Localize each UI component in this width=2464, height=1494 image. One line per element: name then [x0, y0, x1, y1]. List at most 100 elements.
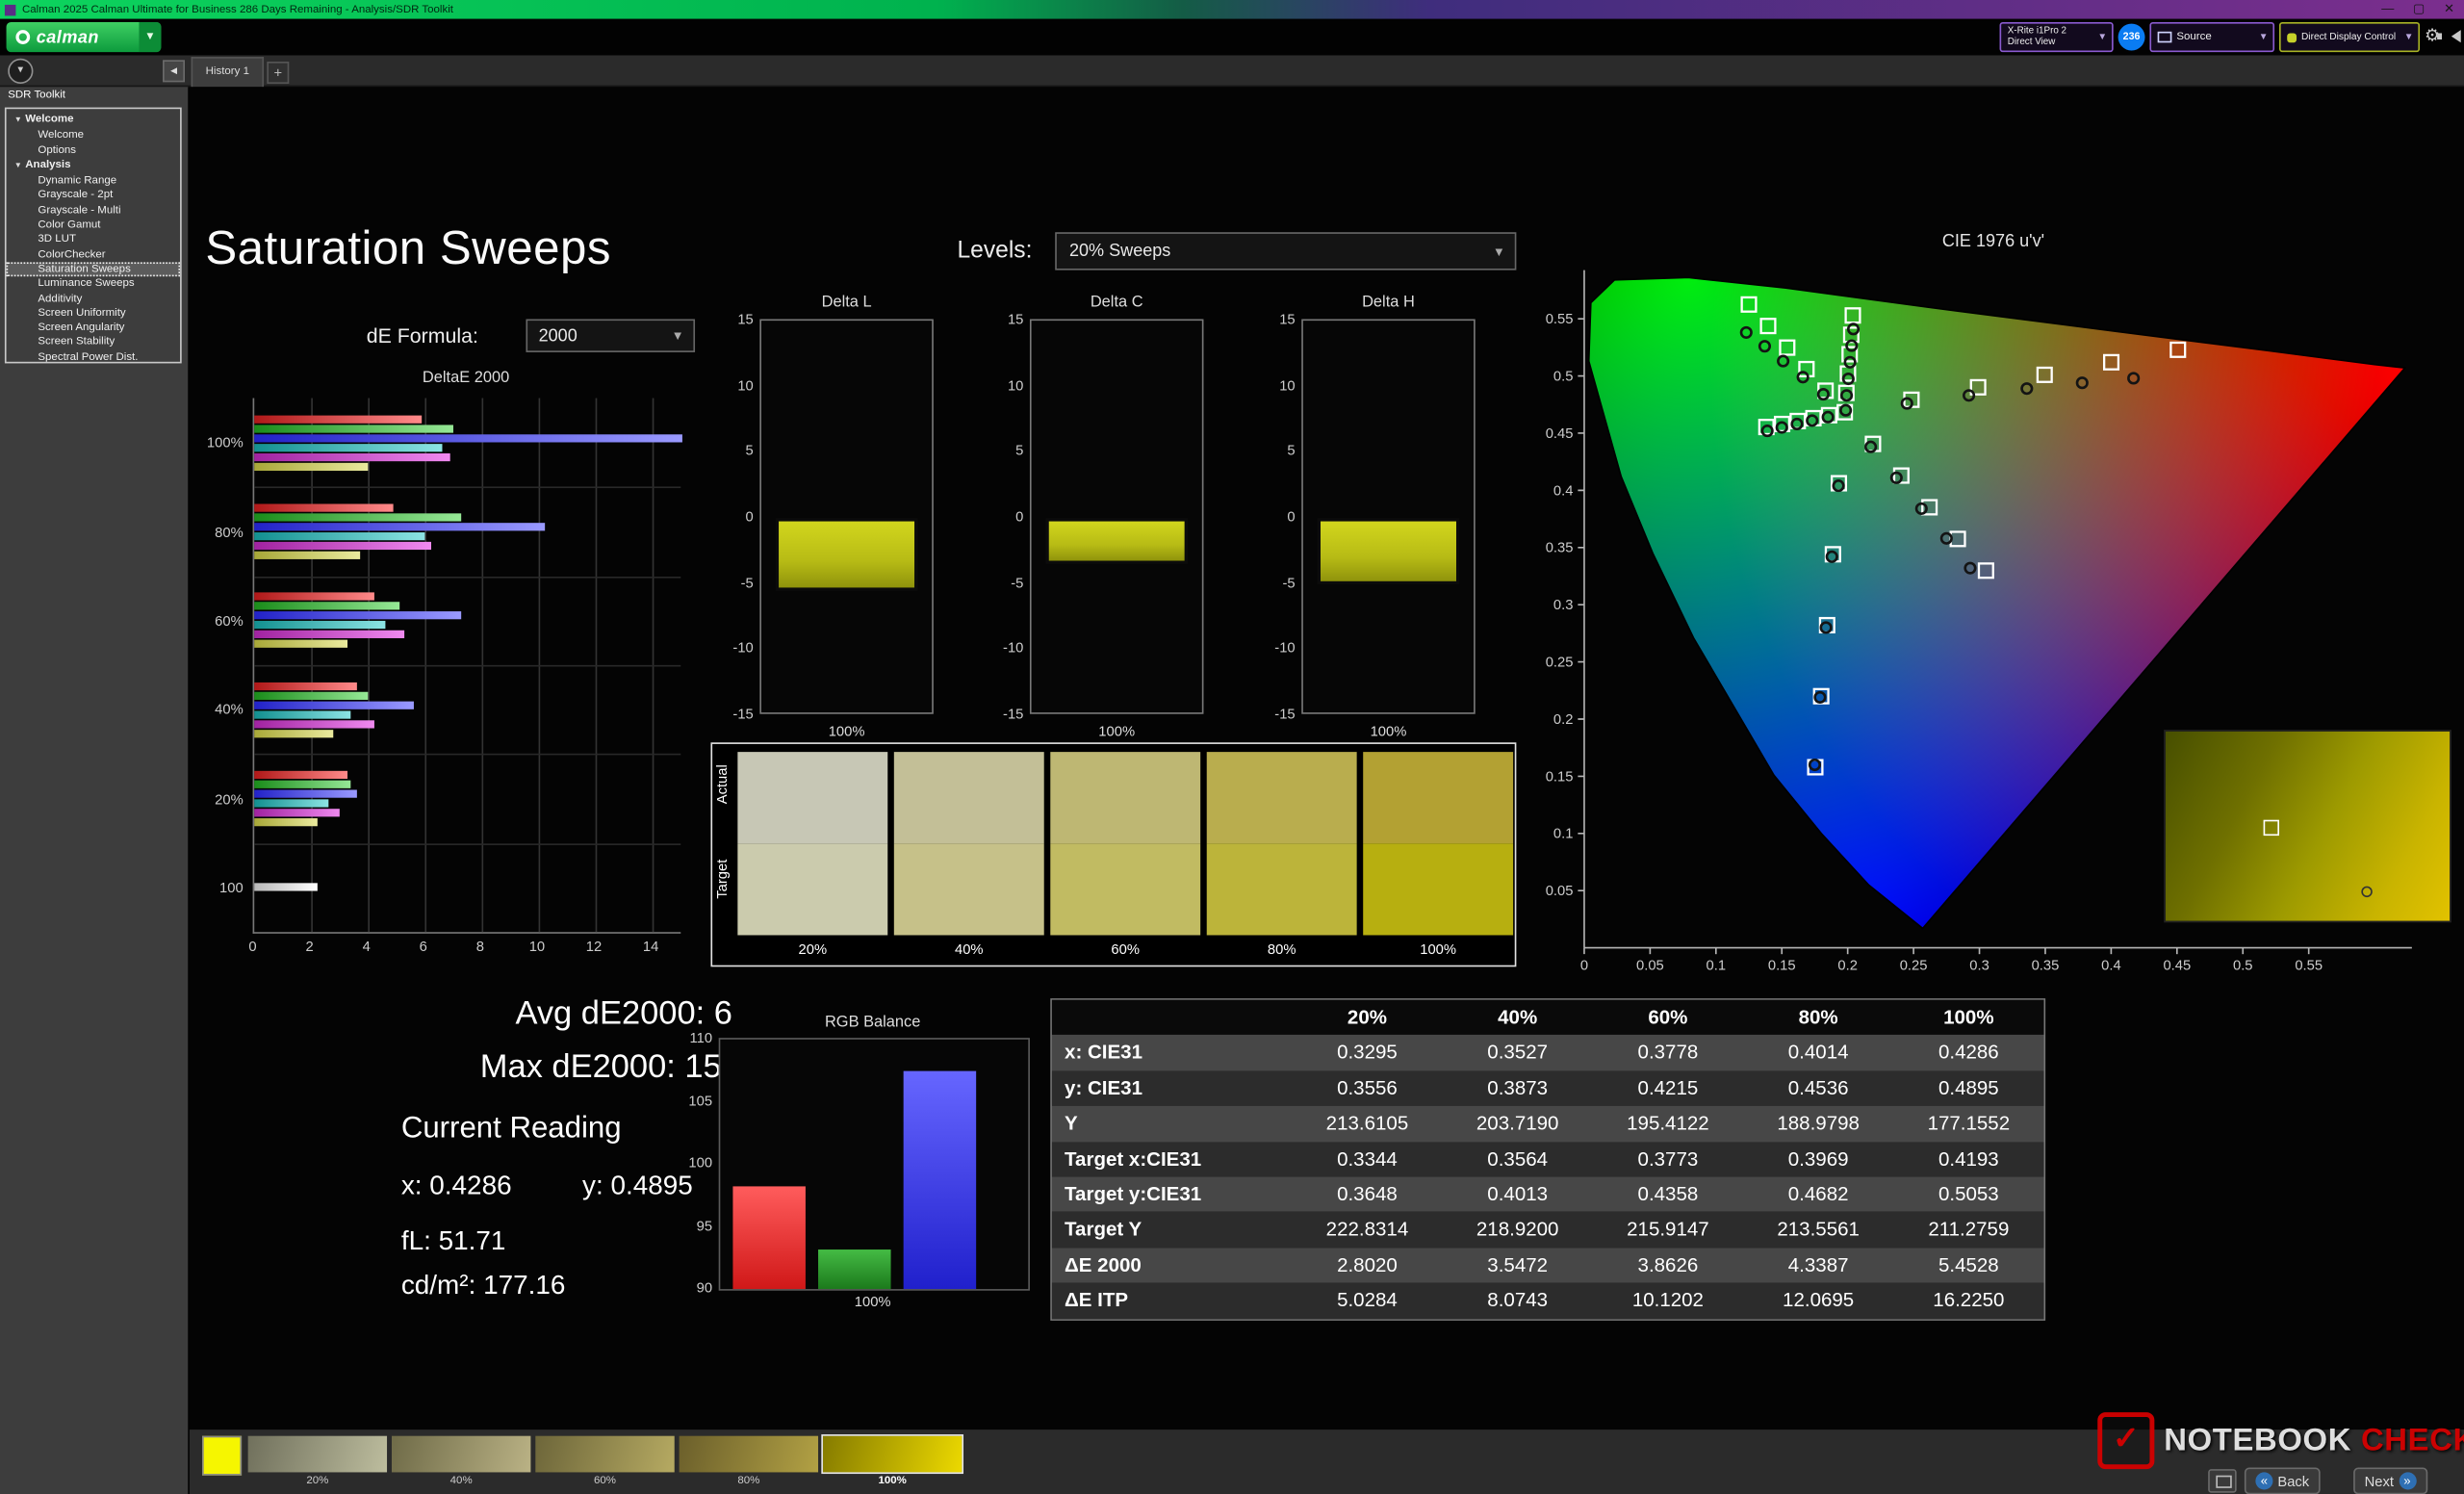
svg-text:0.1: 0.1	[1553, 827, 1574, 842]
sidebar-item-screen-stability[interactable]: Screen Stability	[7, 336, 181, 350]
sidebar-item-3d-lut[interactable]: 3D LUT	[7, 233, 181, 247]
deltae-xlabels: 0 2 4 6 8 10 12 14	[248, 938, 695, 958]
maximize-button[interactable]: ▢	[2413, 0, 2425, 19]
source-icon	[2157, 31, 2172, 43]
xlab: 4	[362, 938, 371, 955]
rgb-xlabel: 100%	[854, 1293, 891, 1310]
filmstrip-tile-label: 20%	[306, 1475, 329, 1487]
swatch-label: 20%	[798, 941, 828, 958]
table-column-header: 80%	[1798, 1006, 1838, 1029]
add-tab-button[interactable]: +	[267, 61, 290, 84]
deltae-bar	[254, 883, 318, 892]
rgb-ylab: 95	[696, 1217, 713, 1233]
sidebar-item-analysis[interactable]: ▼ Analysis	[7, 158, 181, 174]
swatch-target-80%	[1206, 843, 1357, 936]
back-button[interactable]: « Back	[2244, 1467, 2321, 1494]
filmstrip-tile-60%[interactable]: 60%	[535, 1435, 675, 1486]
sidebar-item-color-gamut[interactable]: Color Gamut	[7, 219, 181, 233]
rgb-ylab: 100	[688, 1154, 713, 1171]
delta-c-bar	[1045, 518, 1189, 565]
sidebar-item-screen-angularity[interactable]: Screen Angularity	[7, 321, 181, 335]
sidebar-item-dynamic-range[interactable]: Dynamic Range	[7, 174, 181, 189]
sidebar-item-label: Grayscale - Multi	[38, 204, 121, 217]
swatch-actual-40%	[893, 752, 1044, 844]
xlab: 0	[248, 938, 257, 955]
sidebar-item-options[interactable]: Options	[7, 143, 181, 158]
filmstrip-tile-20%[interactable]: 20%	[247, 1435, 388, 1487]
dlab: -15	[732, 706, 754, 722]
close-button[interactable]: ✕	[2444, 0, 2454, 19]
tree-expander-icon[interactable]: ▼	[14, 114, 25, 128]
dlab: 5	[1287, 443, 1296, 459]
svg-text:0.45: 0.45	[1546, 426, 1574, 442]
table-value-cell: 12.0695	[1783, 1289, 1855, 1312]
minimize-button[interactable]: —	[2381, 0, 2394, 19]
sidebar-item-welcome[interactable]: ▼ Welcome	[7, 113, 181, 129]
deltae-ylabels: 100% 80% 60% 40% 20% 100	[190, 399, 249, 933]
swatch-label: 100%	[1420, 941, 1457, 958]
svg-text:0.4: 0.4	[2101, 959, 2121, 974]
deltae-bar	[254, 682, 357, 690]
sidebar-item-saturation-sweeps[interactable]: Saturation Sweeps	[6, 262, 181, 277]
svg-text:0.4: 0.4	[1553, 483, 1574, 499]
levels-dropdown[interactable]: 20% Sweeps ▼	[1055, 232, 1517, 270]
sidebar-item-grayscale-2pt[interactable]: Grayscale - 2pt	[7, 189, 181, 203]
calman-menu-button[interactable]: calman ▼	[6, 21, 162, 53]
xlab: 6	[419, 938, 427, 955]
deltae-bar	[254, 621, 386, 630]
de-formula-dropdown[interactable]: 2000 ▼	[526, 319, 696, 352]
table-row: y: CIE31 0.3556 0.3873 0.4215 0.4536 0.4895	[1051, 1070, 2044, 1106]
delta-l-title: Delta L	[821, 294, 872, 312]
source-selector[interactable]: Source ▼	[2149, 21, 2275, 53]
table-value-cell: 3.8626	[1637, 1253, 1699, 1276]
display-control-selector[interactable]: Direct Display Control ▼	[2278, 21, 2421, 53]
table-value-cell: 0.3564	[1487, 1147, 1549, 1171]
filmstrip-tile-100%[interactable]: 100%	[821, 1434, 964, 1486]
sidebar-item-screen-uniformity[interactable]: Screen Uniformity	[7, 306, 181, 321]
ylab: 100%	[206, 434, 244, 451]
filmstrip-tile-40%[interactable]: 40%	[391, 1435, 531, 1486]
xlab: 8	[475, 938, 484, 955]
deltae-bar	[254, 729, 334, 737]
sidebar-collapse-icon[interactable]: ◄	[163, 60, 185, 83]
table-value-cell: 0.5053	[1938, 1183, 1999, 1206]
deltae-bar	[254, 424, 453, 433]
sidebar-item-grayscale-multi[interactable]: Grayscale - Multi	[7, 203, 181, 218]
sidebar-item-luminance-sweeps[interactable]: Luminance Sweeps	[7, 277, 181, 292]
source-label: Source	[2176, 31, 2212, 43]
sidebar-item-additivity[interactable]: Additivity	[7, 292, 181, 306]
xlab: 14	[642, 938, 659, 955]
tab-history-1[interactable]: History 1	[191, 57, 265, 88]
rgb-balance-title: RGB Balance	[824, 1014, 921, 1032]
workspace-menu-icon[interactable]: ▾	[8, 58, 34, 84]
sidebar-item-label: Screen Uniformity	[38, 307, 126, 320]
filmstrip-tile-80%[interactable]: 80%	[679, 1435, 819, 1486]
window-mode-button[interactable]	[2208, 1469, 2237, 1493]
swatch-actual-60%	[1050, 752, 1201, 844]
table-row-label: ΔE ITP	[1065, 1289, 1129, 1312]
table-value-cell: 5.0284	[1337, 1289, 1398, 1312]
window-title: Calman 2025 Calman Ultimate for Business…	[21, 4, 453, 15]
tree-expander-icon[interactable]: ▼	[14, 160, 25, 174]
next-button[interactable]: Next »	[2353, 1467, 2427, 1494]
table-value-cell: 222.8314	[1325, 1218, 1409, 1241]
hgrid	[254, 842, 681, 845]
table-row-label: y: CIE31	[1065, 1076, 1143, 1099]
next-arrow-icon: »	[2398, 1472, 2416, 1490]
svg-text:0.55: 0.55	[1546, 312, 1574, 327]
deltae-bar	[254, 541, 431, 551]
sidebar-item-welcome[interactable]: Welcome	[7, 128, 181, 142]
current-patch-swatch	[202, 1435, 243, 1476]
speaker-icon[interactable]	[2437, 30, 2461, 43]
sidebar-item-spectral-power-dist-[interactable]: Spectral Power Dist.	[7, 350, 181, 362]
meter-selector[interactable]: X-Rite i1Pro 2 Direct View ▼	[1999, 21, 2114, 53]
table-row-label: x: CIE31	[1065, 1042, 1143, 1065]
reading-xy: x: 0.4286 y: 0.4895	[401, 1171, 693, 1202]
deltae-bar	[254, 611, 462, 620]
swatch-target-20%	[737, 843, 888, 936]
dlab: 0	[1015, 508, 1024, 525]
swatch-column-40%: 40%	[893, 752, 1044, 961]
svg-text:0.35: 0.35	[1546, 541, 1574, 556]
chevron-down-icon: ▼	[2258, 32, 2269, 42]
sidebar-item-colorchecker[interactable]: ColorChecker	[7, 247, 181, 262]
